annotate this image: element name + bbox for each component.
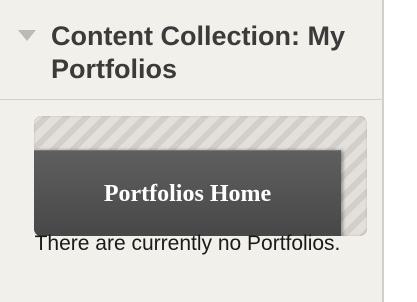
portfolios-home-button[interactable]: Portfolios Home (34, 150, 341, 236)
module-title: Content Collection: My Portfolios (51, 21, 345, 84)
collapse-triangle-icon[interactable] (18, 30, 36, 41)
content-collection-module: Content Collection: My Portfolios Portfo… (0, 0, 384, 302)
portfolios-home-label: Portfolios Home (103, 180, 272, 207)
module-header: Content Collection: My Portfolios (0, 0, 382, 100)
empty-portfolios-message: There are currently no Portfolios. (34, 232, 341, 255)
portfolios-banner: Portfolios Home (34, 116, 367, 236)
